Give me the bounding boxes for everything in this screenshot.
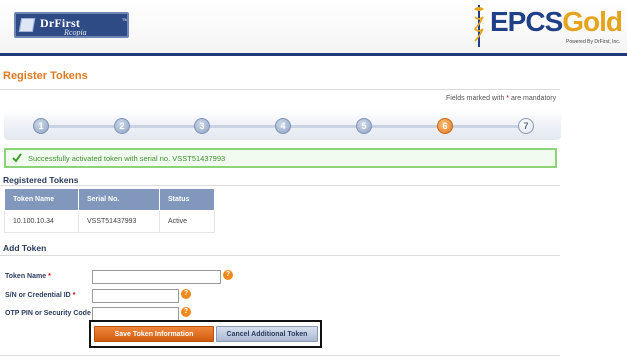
title-divider xyxy=(0,89,560,90)
column-header-token-name: Token Name xyxy=(4,188,79,211)
wordmark-epcs: EPCS xyxy=(490,6,563,37)
registered-tokens-divider xyxy=(0,185,560,186)
page-title: Register Tokens xyxy=(3,70,88,82)
cancel-token-button[interactable]: Cancel Additional Token xyxy=(216,326,318,342)
app-header: DrFirst TM Rcopia EPCSGold Powered By Dr… xyxy=(0,0,627,56)
mandatory-note-suffix: are mandatory xyxy=(509,95,557,102)
powered-by-text: Powered By DrFirst, Inc. xyxy=(566,39,621,45)
success-message-text: Successfully activated token with serial… xyxy=(28,154,226,163)
drfirst-emblem-icon xyxy=(18,18,36,32)
header-divider xyxy=(0,53,627,56)
caduceus-icon xyxy=(473,5,484,47)
serial-label: S/N or Credential ID * xyxy=(5,292,75,299)
step-2: 2 xyxy=(114,118,130,134)
table-header-row: Token Name Serial No. Status xyxy=(4,188,215,211)
step-4: 4 xyxy=(275,118,291,134)
serial-input[interactable] xyxy=(92,289,179,303)
success-message-box: Successfully activated token with serial… xyxy=(4,148,557,168)
step-7: 7 xyxy=(518,118,534,134)
column-header-serial-no: Serial No. xyxy=(78,188,160,211)
otp-label: OTP PIN or Security Code * xyxy=(5,310,96,317)
step-3: 3 xyxy=(194,118,210,134)
add-token-divider xyxy=(0,255,560,256)
step-1: 1 xyxy=(33,118,49,134)
epcs-gold-wordmark: EPCSGold xyxy=(490,6,623,37)
cell-token-name: 10.100.10.34 xyxy=(4,210,79,233)
serial-label-text: S/N or Credential ID xyxy=(5,292,71,299)
step-5: 5 xyxy=(356,118,372,134)
add-token-heading: Add Token xyxy=(3,243,47,253)
token-name-label: Token Name * xyxy=(5,273,51,280)
registered-tokens-table: Token Name Serial No. Status 10.100.10.3… xyxy=(4,188,215,233)
mandatory-note: Fields marked with * are mandatory xyxy=(446,95,556,102)
otp-label-text: OTP PIN or Security Code xyxy=(5,310,91,317)
cell-status: Active xyxy=(159,210,215,233)
cell-serial-no: VSST51437993 xyxy=(78,210,160,233)
step-6-current: 6 xyxy=(437,118,453,134)
mandatory-note-prefix: Fields marked with xyxy=(446,95,507,102)
token-name-help-icon[interactable]: ? xyxy=(223,270,233,280)
save-token-button[interactable]: Save Token Information xyxy=(94,326,214,342)
otp-input[interactable] xyxy=(92,307,179,321)
column-header-status: Status xyxy=(159,188,215,211)
wordmark-gold: Gold xyxy=(562,6,623,37)
otp-help-icon[interactable]: ? xyxy=(181,307,191,317)
button-group: Save Token Information Cancel Additional… xyxy=(89,320,322,348)
required-star: * xyxy=(72,292,76,299)
logo-trademark: TM xyxy=(122,17,128,22)
token-name-label-text: Token Name xyxy=(5,273,47,280)
epcs-gold-logo: EPCSGold Powered By DrFirst, Inc. xyxy=(470,3,625,51)
bottom-divider xyxy=(0,355,560,356)
token-name-input[interactable] xyxy=(92,270,221,284)
logo-sub-text: Rcopia xyxy=(64,28,87,37)
drfirst-rcopia-logo: DrFirst TM Rcopia xyxy=(14,12,129,38)
required-star: * xyxy=(48,273,51,280)
table-row: 10.100.10.34 VSST51437993 Active xyxy=(4,210,215,233)
serial-help-icon[interactable]: ? xyxy=(181,289,191,299)
checkmark-icon xyxy=(12,153,22,163)
registered-tokens-heading: Registered Tokens xyxy=(3,175,79,185)
progress-stepper: 1 2 3 4 5 6 7 xyxy=(4,110,561,140)
